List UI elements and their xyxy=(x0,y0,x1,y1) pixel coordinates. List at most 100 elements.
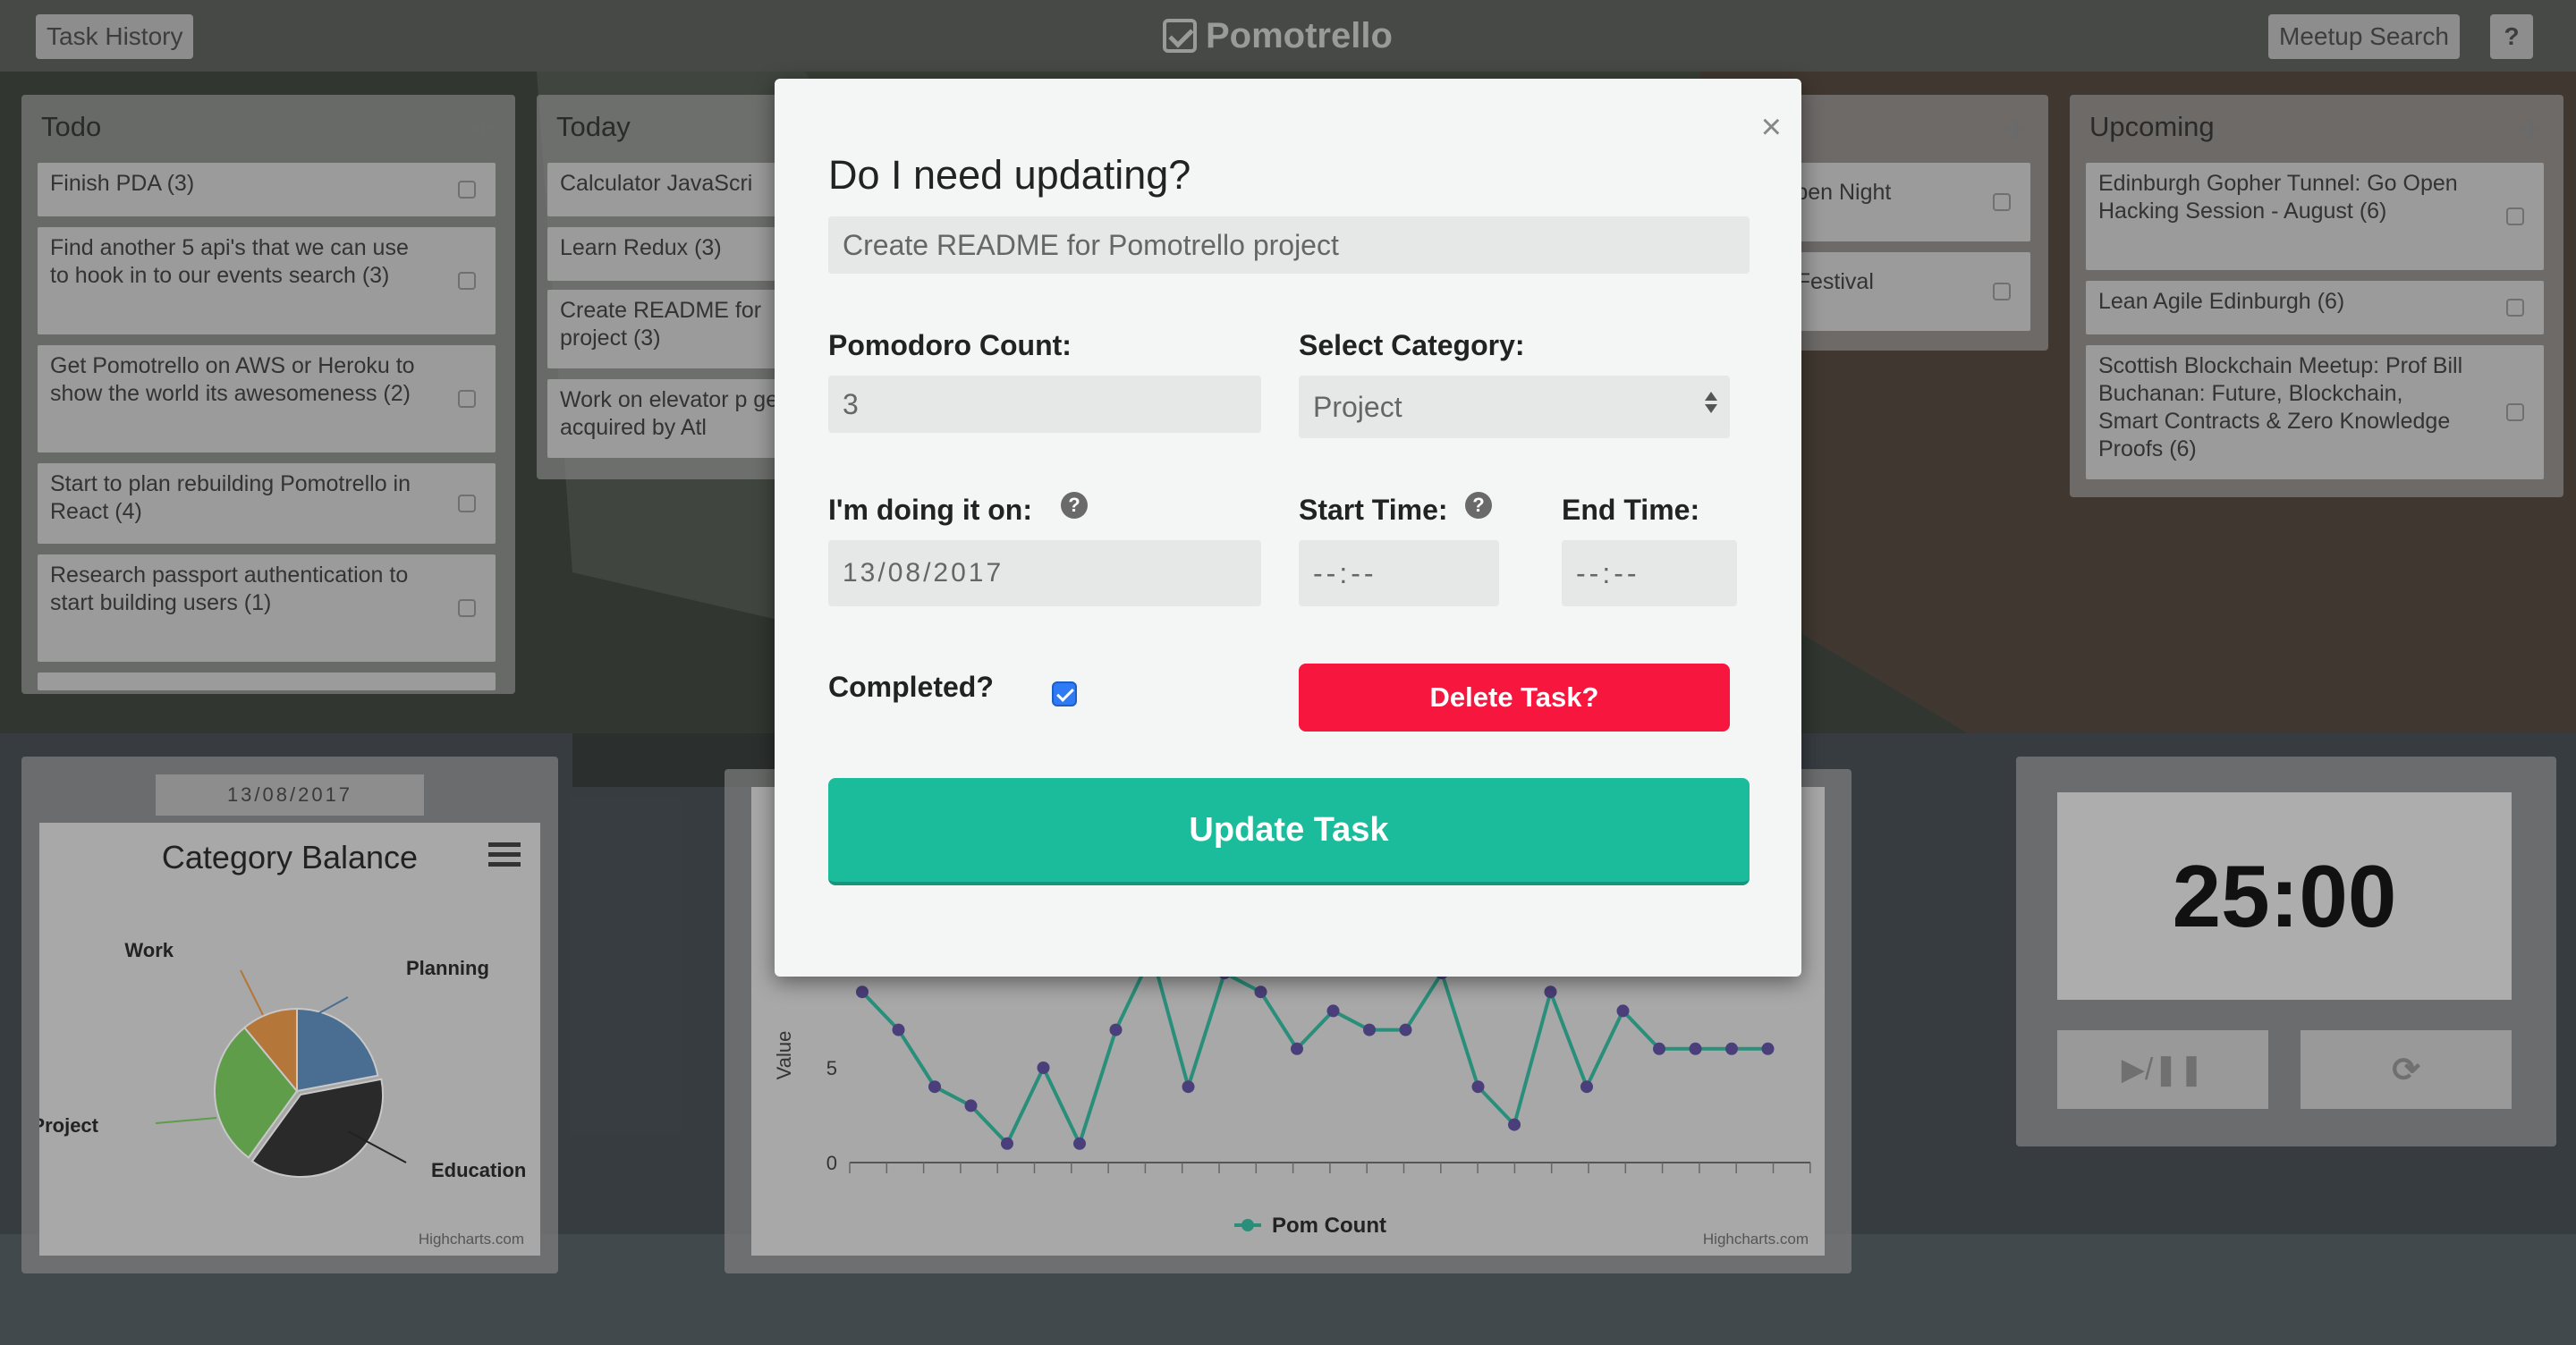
list-item[interactable]: Create README for project (3) xyxy=(547,290,778,368)
today-list: Today Calculator JavaScri Learn Redux (3… xyxy=(537,95,778,479)
card-checkbox[interactable] xyxy=(458,599,476,617)
data-point[interactable] xyxy=(1073,1137,1086,1150)
pomodoro-count-label: Pomodoro Count: xyxy=(828,329,1072,361)
pie-chart-area: Category Balance PlanningEducationProjec… xyxy=(39,823,540,1256)
start-time-help-icon[interactable]: ? xyxy=(1465,492,1492,519)
list-item[interactable]: Edinburgh Gopher Tunnel: Go Open Hacking… xyxy=(2086,163,2544,270)
top-bar: Task History Pomotrello Meetup Search ? xyxy=(0,0,2576,72)
card-checkbox[interactable] xyxy=(1993,193,2011,211)
card-checkbox[interactable] xyxy=(458,390,476,408)
data-point[interactable] xyxy=(1761,1042,1775,1055)
reset-button[interactable]: ⟳ xyxy=(2301,1030,2512,1109)
category-select[interactable]: Project xyxy=(1299,376,1730,438)
data-point[interactable] xyxy=(1580,1080,1593,1094)
end-time-input[interactable]: --:-- xyxy=(1562,540,1737,606)
data-point[interactable] xyxy=(1001,1137,1013,1150)
data-point[interactable] xyxy=(1363,1023,1376,1036)
list-title: Today xyxy=(556,111,631,142)
pie-date: 13/08/2017 xyxy=(156,774,424,816)
pie-label-education: Education xyxy=(431,1159,526,1181)
list-item[interactable]: Calculator JavaScri xyxy=(547,163,778,216)
list-item[interactable]: Start to plan rebuilding Pomotrello in R… xyxy=(38,463,496,544)
card-checkbox[interactable] xyxy=(2506,403,2524,421)
completed-checkbox[interactable] xyxy=(1052,681,1077,706)
card-text: Calculator JavaScri xyxy=(560,171,753,196)
data-point[interactable] xyxy=(1616,1004,1630,1018)
data-point[interactable] xyxy=(1689,1042,1702,1055)
y-tick-label: 5 xyxy=(826,1057,837,1079)
data-point[interactable] xyxy=(1326,1004,1340,1018)
card-checkbox[interactable] xyxy=(1993,283,2011,300)
list-item[interactable]: Scottish Blockchain Meetup: Prof Bill Bu… xyxy=(2086,345,2544,479)
task-name-input[interactable]: Create README for Pomotrello project xyxy=(828,216,1750,274)
meetup-search-button[interactable]: Meetup Search xyxy=(2268,14,2460,59)
play-pause-button[interactable]: ▶/❚❚ xyxy=(2057,1030,2268,1109)
pie-slice-planning[interactable] xyxy=(296,1007,379,1093)
modal-title: Do I need updating? xyxy=(828,152,1191,198)
legend-label[interactable]: Pom Count xyxy=(1272,1214,1386,1238)
select-category-label: Select Category: xyxy=(1299,329,1525,361)
data-point[interactable] xyxy=(1471,1080,1485,1094)
card-text: : Open Night xyxy=(1766,180,1892,205)
delete-task-button[interactable]: Delete Task? xyxy=(1299,664,1730,732)
card-text: gh Festival xyxy=(1766,269,1874,294)
chart-credit: Highcharts.com xyxy=(1702,1231,1809,1248)
card-checkbox[interactable] xyxy=(2506,299,2524,317)
card-checkbox[interactable] xyxy=(458,181,476,199)
data-point[interactable] xyxy=(1653,1042,1665,1055)
task-history-button[interactable]: Task History xyxy=(36,14,194,59)
data-point[interactable] xyxy=(928,1080,941,1094)
y-tick-label: 0 xyxy=(826,1152,837,1174)
data-point[interactable] xyxy=(1254,985,1267,999)
timer-display: 25:00 xyxy=(2057,792,2512,1000)
add-card-icon[interactable]: + xyxy=(471,107,494,150)
data-point[interactable] xyxy=(1725,1042,1738,1055)
card-text: Get Pomotrello on AWS or Heroku to show … xyxy=(50,353,415,406)
data-point[interactable] xyxy=(856,985,869,999)
list-item[interactable]: Research passport authentication to star… xyxy=(38,554,496,662)
select-arrows-icon xyxy=(1705,392,1717,413)
card-text: Find another 5 api's that we can use to … xyxy=(50,235,409,288)
end-time-label: End Time: xyxy=(1562,494,1700,526)
card-text: Edinburgh Gopher Tunnel: Go Open Hacking… xyxy=(2098,171,2458,224)
data-point[interactable] xyxy=(892,1023,905,1036)
date-label: I'm doing it on: xyxy=(828,494,1032,526)
list-item-partial[interactable] xyxy=(38,672,496,690)
data-point[interactable] xyxy=(1182,1080,1195,1094)
list-item[interactable]: Finish PDA (3) xyxy=(38,163,496,216)
card-checkbox[interactable] xyxy=(2506,207,2524,225)
pomodoro-count-input[interactable]: 3 xyxy=(828,376,1261,433)
close-icon[interactable]: × xyxy=(1761,107,1782,148)
card-checkbox[interactable] xyxy=(458,495,476,512)
data-point[interactable] xyxy=(1399,1023,1412,1036)
list-item[interactable]: Lean Agile Edinburgh (6) xyxy=(2086,281,2544,334)
add-card-icon[interactable]: + xyxy=(2004,107,2027,150)
completed-label: Completed? xyxy=(828,671,994,703)
checkbox-logo-icon xyxy=(1163,19,1197,53)
list-item[interactable]: Get Pomotrello on AWS or Heroku to show … xyxy=(38,345,496,453)
pie-label-planning: Planning xyxy=(406,957,489,979)
series-line-pom-count xyxy=(860,949,1768,1149)
update-task-button[interactable]: Update Task xyxy=(828,778,1750,885)
data-point[interactable] xyxy=(1508,1118,1521,1131)
list-item[interactable]: Work on elevator p get acquired by Atl xyxy=(547,379,778,458)
data-point[interactable] xyxy=(1037,1062,1050,1074)
data-point[interactable] xyxy=(964,1099,978,1112)
card-checkbox[interactable] xyxy=(458,272,476,290)
upcoming-list: Upcoming + Edinburgh Gopher Tunnel: Go O… xyxy=(2070,95,2563,497)
card-text: Start to plan rebuilding Pomotrello in R… xyxy=(50,471,411,524)
list-item[interactable]: Learn Redux (3) xyxy=(547,227,778,281)
date-input[interactable]: 13/08/2017 xyxy=(828,540,1261,606)
add-card-icon[interactable]: + xyxy=(2520,107,2542,150)
list-item[interactable]: Find another 5 api's that we can use to … xyxy=(38,227,496,334)
pie-connector xyxy=(240,969,264,1016)
category-select-value: Project xyxy=(1313,390,1402,423)
date-help-icon[interactable]: ? xyxy=(1061,492,1088,519)
start-time-input[interactable]: --:-- xyxy=(1299,540,1499,606)
data-point[interactable] xyxy=(1109,1023,1123,1036)
card-text: Work on elevator p get acquired by Atl xyxy=(560,387,778,440)
help-button[interactable]: ? xyxy=(2490,14,2533,59)
data-point[interactable] xyxy=(1291,1042,1303,1055)
data-point[interactable] xyxy=(1544,985,1557,999)
brand-name: Pomotrello xyxy=(1206,16,1393,55)
